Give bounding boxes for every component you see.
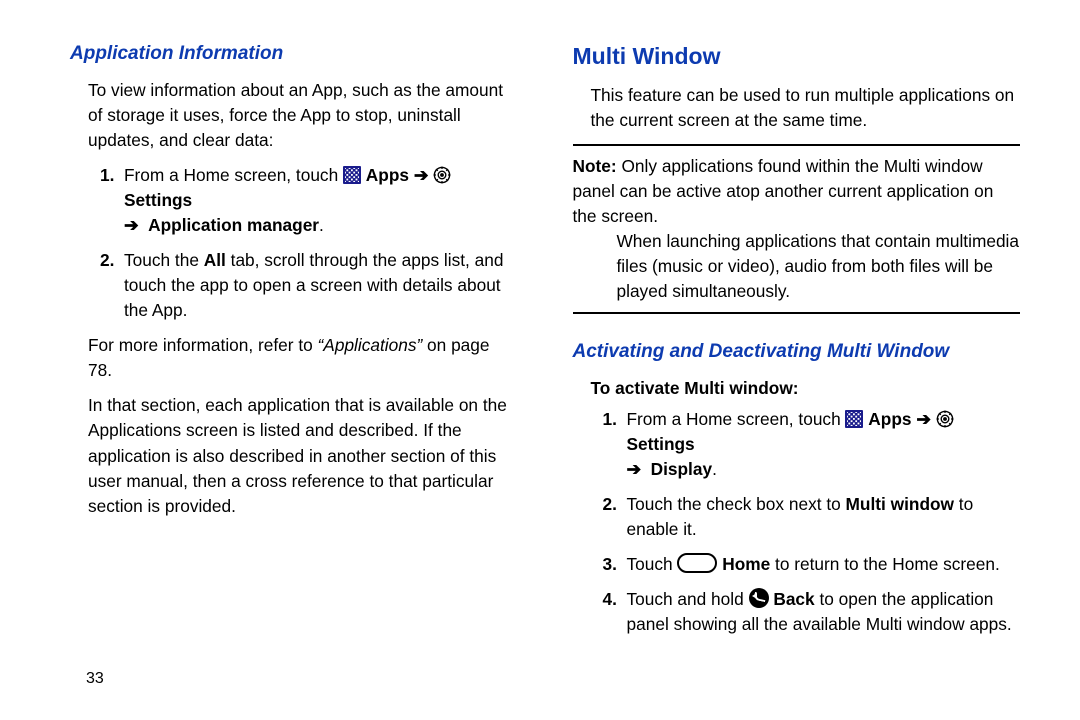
step-number: 1. xyxy=(100,163,124,238)
apps-icon xyxy=(845,410,863,428)
multi-window-intro: This feature can be used to run multiple… xyxy=(573,83,1021,133)
apps-label: Apps xyxy=(868,409,916,429)
apps-label: Apps xyxy=(366,165,414,185)
step-number: 3. xyxy=(603,552,627,577)
note-label: Note: xyxy=(573,156,617,176)
right-column: Multi Window This feature can be used to… xyxy=(573,40,1021,700)
activate-heading: Activating and Deactivating Multi Window xyxy=(573,338,1021,366)
multi-window-label: Multi window xyxy=(846,494,954,514)
step-number: 4. xyxy=(603,587,627,637)
all-tab-label: All xyxy=(204,250,226,270)
activate-step-3: 3. Touch Home to return to the Home scre… xyxy=(573,552,1021,577)
step-text: From a Home screen, touch xyxy=(627,409,846,429)
note-box: Note: Only applications found within the… xyxy=(573,144,1021,314)
home-label: Home xyxy=(722,554,770,574)
arrow-icon: ➔ xyxy=(627,459,641,479)
step-2: 2. Touch the All tab, scroll through the… xyxy=(70,248,518,323)
back-label: Back xyxy=(773,589,814,609)
arrow-icon: ➔ xyxy=(916,409,930,429)
step-text: From a Home screen, touch xyxy=(124,165,343,185)
note-text-2: When launching applications that contain… xyxy=(573,229,1021,304)
activate-step-4: 4. Touch and hold Back to open the appli… xyxy=(573,587,1021,637)
settings-icon xyxy=(433,166,451,184)
note-text-1: Only applications found within the Multi… xyxy=(573,156,994,226)
apps-icon xyxy=(343,166,361,184)
applications-ref: “Applications” xyxy=(318,335,423,355)
app-info-intro: To view information about an App, such a… xyxy=(70,78,518,153)
settings-label: Settings xyxy=(124,190,192,210)
cross-ref: For more information, refer to “Applicat… xyxy=(70,333,518,383)
multi-window-heading: Multi Window xyxy=(573,40,1021,73)
step-number: 2. xyxy=(100,248,124,323)
page-number: 33 xyxy=(86,667,104,690)
home-button-icon xyxy=(677,553,717,573)
app-manager-label: Application manager xyxy=(143,215,319,235)
step-number: 2. xyxy=(603,492,627,542)
step-text: to return to the Home screen. xyxy=(770,554,1000,574)
back-icon xyxy=(749,588,769,608)
app-info-heading: Application Information xyxy=(70,40,518,68)
activate-step-1: 1. From a Home screen, touch Apps ➔ Sett… xyxy=(573,407,1021,482)
left-column: Application Information To view informat… xyxy=(70,40,518,700)
step-text: Touch the xyxy=(124,250,204,270)
settings-icon xyxy=(936,410,954,428)
arrow-icon: ➔ xyxy=(124,215,138,235)
to-activate-label: To activate Multi window: xyxy=(573,376,1021,401)
step-text: Touch the check box next to xyxy=(627,494,846,514)
step-1: 1. From a Home screen, touch Apps ➔ Sett… xyxy=(70,163,518,238)
step-number: 1. xyxy=(603,407,627,482)
step-text: Touch and hold xyxy=(627,589,749,609)
step-text: Touch xyxy=(627,554,678,574)
settings-label: Settings xyxy=(627,434,695,454)
display-label: Display xyxy=(646,459,712,479)
app-info-para: In that section, each application that i… xyxy=(70,393,518,518)
activate-step-2: 2. Touch the check box next to Multi win… xyxy=(573,492,1021,542)
arrow-icon: ➔ xyxy=(414,165,428,185)
